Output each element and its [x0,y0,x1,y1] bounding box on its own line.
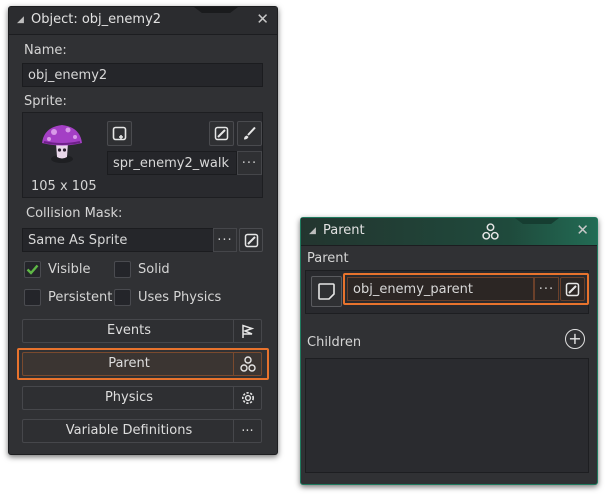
variable-definitions-label: Variable Definitions [65,423,193,438]
mushroom-sprite-icon [42,125,82,163]
parent-select-value: obj_enemy_parent [353,281,474,297]
checkmark-icon [26,264,39,275]
parent-button-label: Parent [108,356,150,371]
visible-checkbox[interactable] [24,261,41,278]
parent-icon-area [233,353,261,375]
collision-mask-label: Collision Mask: [26,206,123,221]
physics-button-label: Physics [104,390,154,405]
sprite-select[interactable]: spr_enemy2_walk [107,151,237,175]
close-icon[interactable]: ✕ [256,10,269,28]
parent-object-thumb[interactable] [311,276,342,307]
close-icon[interactable]: ✕ [576,221,589,239]
collision-mask-select[interactable]: Same As Sprite [22,228,214,252]
children-label: Children [307,335,362,350]
collapse-arrow-icon[interactable]: ◢ [17,15,24,25]
variable-definitions-button[interactable]: Variable Definitions ··· [22,419,262,443]
object-editor-panel: ◢ Object: obj_enemy2 ✕ Name: obj_enemy2 … [8,6,278,455]
flag-icon [242,323,255,338]
uses-physics-label: Uses Physics [138,290,222,305]
collapse-arrow-icon[interactable]: ◢ [309,226,316,236]
parent-select[interactable]: obj_enemy_parent [347,277,534,301]
titlebar-notch [194,7,238,13]
collision-mask-browse-button[interactable]: ··· [213,228,237,252]
sprite-select-value: spr_enemy2_walk [113,155,229,171]
parent-panel-titlebar[interactable]: ◢ Parent ✕ [301,218,597,246]
parent-label: Parent [307,251,349,266]
sprite-section: 105 x 105 spr_enemy2_walk ··· [22,112,263,198]
gear-icon [241,392,254,404]
object-icon [318,283,335,300]
persistent-checkbox[interactable] [24,289,41,306]
visible-label: Visible [48,262,91,277]
variable-definitions-dots: ··· [233,420,261,442]
parent-browse-button[interactable]: ··· [534,277,559,301]
name-input[interactable]: obj_enemy2 [22,63,263,87]
parent-button[interactable]: Parent [22,352,262,376]
uses-physics-checkbox[interactable] [114,289,131,306]
parent-panel-title-icon [482,223,499,244]
parent-icon [239,356,256,372]
edit-sprite-icon [214,126,229,141]
edit-object-icon [565,282,580,296]
sprite-label: Sprite: [24,94,67,109]
persistent-label: Persistent [48,290,113,305]
object-panel-title: Object: obj_enemy2 [31,12,162,27]
object-panel-titlebar[interactable]: ◢ Object: obj_enemy2 ✕ [9,7,277,35]
brush-icon [244,126,256,140]
events-icon-area [233,320,261,342]
add-child-button[interactable]: + [565,329,585,349]
edit-sprite-button[interactable] [209,121,234,146]
edit-parent-button[interactable] [560,277,585,301]
new-sprite-button[interactable] [107,121,132,146]
name-label: Name: [24,43,67,58]
titlebar-notch [515,218,559,224]
plus-icon: + [568,328,582,348]
name-input-value: obj_enemy2 [28,67,108,83]
edit-collision-mask-button[interactable] [239,228,263,252]
physics-button[interactable]: Physics [22,386,262,410]
sprite-size-text: 105 x 105 [31,179,97,194]
solid-label: Solid [138,262,170,277]
open-sprite-editor-button[interactable] [237,121,262,146]
children-list[interactable] [305,358,589,473]
physics-icon-area [233,387,261,409]
events-button[interactable]: Events [22,319,262,343]
parent-panel-title: Parent [323,223,365,238]
events-button-label: Events [106,323,151,338]
sprite-preview[interactable] [30,119,94,171]
new-sprite-icon [112,126,127,141]
collision-mask-value: Same As Sprite [28,232,128,248]
parent-panel: ◢ Parent ✕ Parent obj_enemy_parent ··· C… [300,217,598,485]
edit-mask-icon [244,233,258,247]
solid-checkbox[interactable] [114,261,131,278]
sprite-browse-button[interactable]: ··· [237,151,262,175]
parent-icon [482,223,499,240]
